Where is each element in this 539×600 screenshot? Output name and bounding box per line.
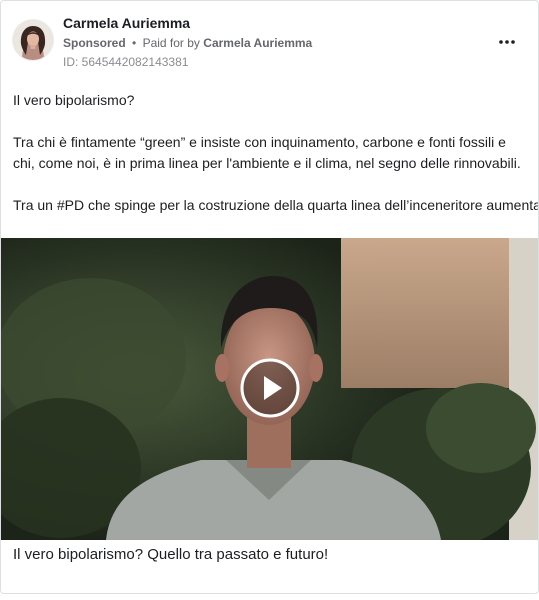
ad-id: ID: 5645442082143381 [63,55,189,69]
sponsored-label: Sponsored [63,36,126,50]
post-body: Il vero bipolarismo? Tra chi è fintament… [13,90,538,216]
post-paragraph: Tra chi è fintamente “green” e insiste c… [13,134,521,171]
more-options-button[interactable] [493,28,521,56]
post-paragraph: Il vero bipolarismo? [13,92,135,108]
post-paragraph: Tra un #PD che spinge per la costruzione… [13,197,538,213]
ad-card: Carmela Auriemma Sponsored • Paid for by… [0,0,539,594]
play-button[interactable] [240,358,300,418]
more-horizontal-icon [499,40,515,44]
play-icon [240,358,300,418]
separator-dot: • [132,36,137,50]
avatar-image [13,20,53,60]
paid-for-prefix: Paid for by [142,36,200,50]
payer-name: Carmela Auriemma [203,36,313,50]
avatar[interactable] [13,20,53,60]
author-name[interactable]: Carmela Auriemma [63,15,190,31]
post-header: Carmela Auriemma Sponsored • Paid for by… [1,1,538,76]
sponsor-line: Sponsored • Paid for by Carmela Auriemma [63,36,312,50]
video-caption: Il vero bipolarismo? Quello tra passato … [13,546,329,563]
